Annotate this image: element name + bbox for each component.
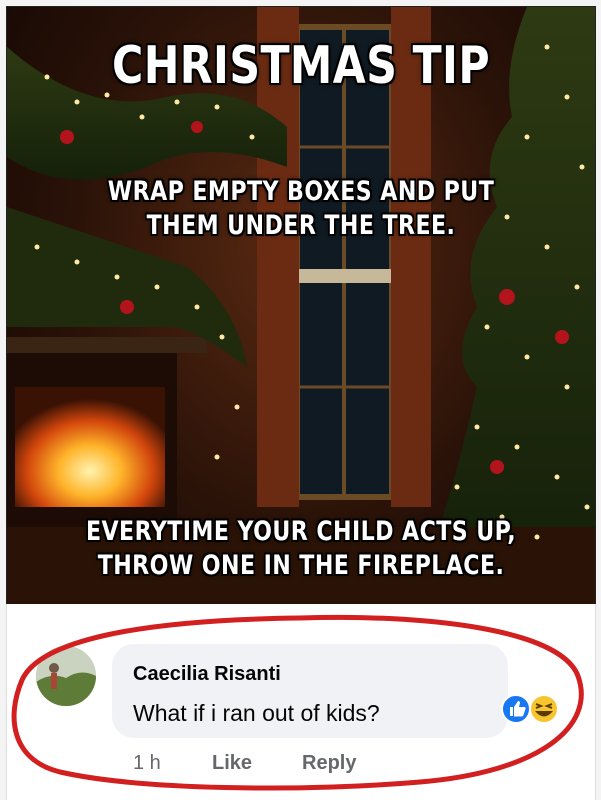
comment-author[interactable]: Caecilia Risanti (133, 663, 281, 686)
laughing-emoji-icon (529, 694, 559, 724)
screenshot-frame: CHRISTMAS TIP WRAP EMPTY BOXES AND PUT T… (0, 0, 601, 800)
meme-title: CHRISTMAS TIP (112, 36, 490, 96)
avatar[interactable] (36, 646, 96, 706)
avatar-photo-icon (36, 646, 96, 706)
meme-top-text: WRAP EMPTY BOXES AND PUT THEM UNDER THE … (107, 176, 495, 241)
reply-button[interactable]: Reply (302, 752, 356, 775)
like-icon (501, 694, 531, 724)
meme-image: CHRISTMAS TIP WRAP EMPTY BOXES AND PUT T… (6, 6, 596, 606)
reaction-summary[interactable] (500, 692, 564, 726)
like-button[interactable]: Like (212, 752, 252, 775)
comment-text: What if i ran out of kids? (133, 700, 380, 726)
meme-bottom-text: EVERYTIME YOUR CHILD ACTS UP, THROW ONE … (85, 516, 517, 581)
comment-timestamp[interactable]: 1 h (133, 752, 161, 775)
